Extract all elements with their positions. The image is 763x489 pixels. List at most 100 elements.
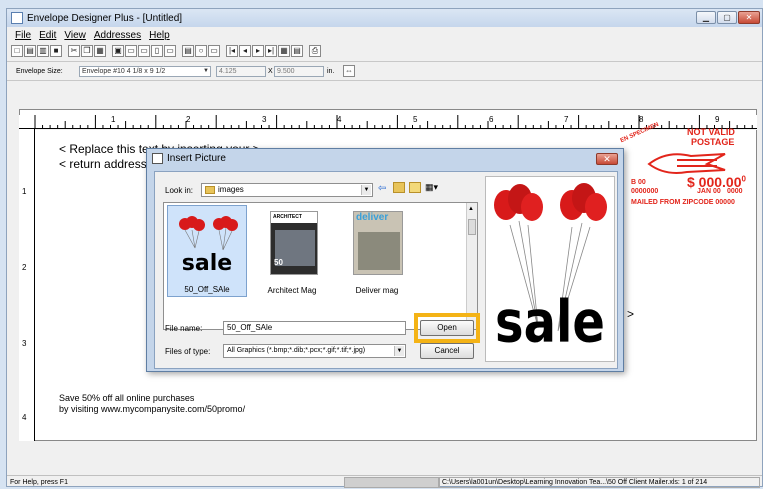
- app-icon: [11, 12, 23, 24]
- unit-label: in.: [327, 67, 335, 75]
- envelope-icon[interactable]: ▭: [125, 45, 137, 57]
- file-item-architect-mag[interactable]: ARCHITECT 50 Architect Mag: [252, 205, 332, 297]
- postage-specimen: EN SPECIMEN: [619, 121, 660, 145]
- sale-preview-image: sale: [494, 183, 607, 356]
- deliver-thumbnail: deliver: [353, 211, 403, 275]
- rotate-icon[interactable]: ⇔: [343, 65, 355, 77]
- grid-icon[interactable]: ▦: [278, 45, 290, 57]
- return-address-line2[interactable]: < return address >: [59, 157, 157, 171]
- menu-addresses[interactable]: Addresses: [94, 30, 141, 41]
- scroll-up-icon[interactable]: ▲: [468, 206, 474, 212]
- chevron-down-icon: ▼: [394, 346, 404, 356]
- zoom-icon[interactable]: ○: [195, 45, 207, 57]
- dialog-body: Look in: images ▼ ⇦ ▦▾ sale 50_Off_SAle …: [154, 171, 618, 369]
- architect-thumbnail: ARCHITECT 50: [270, 211, 318, 275]
- next-record-icon[interactable]: ▸: [252, 45, 264, 57]
- file-caption-deliver-mag: Deliver mag: [355, 286, 399, 295]
- maximize-button[interactable]: ▢: [717, 11, 737, 24]
- menu-help[interactable]: Help: [149, 30, 170, 41]
- envelope-size-select[interactable]: Envelope #10 4 1/8 x 9 1/2 ▼: [79, 65, 211, 77]
- menu-edit[interactable]: Edit: [39, 30, 56, 41]
- dimension-x-label: X: [268, 67, 273, 75]
- image-preview: sale: [485, 176, 615, 362]
- postage-not-valid: NOT VALID: [687, 127, 735, 137]
- sale-thumb-text: sale: [182, 251, 232, 276]
- ruler-mark-7: 7: [564, 115, 569, 124]
- chevron-down-icon: ▼: [361, 185, 371, 195]
- close-button[interactable]: ✕: [738, 11, 760, 24]
- ruler-mark-4: 4: [337, 115, 342, 124]
- up-folder-icon[interactable]: [393, 182, 405, 193]
- postage-row2-tail: 0000: [727, 188, 743, 195]
- deliver-thumb-title: deliver: [356, 212, 389, 223]
- status-path: C:\Users\la001un\Desktop\Learning Innova…: [439, 477, 760, 488]
- new-folder-icon[interactable]: [409, 182, 421, 193]
- last-record-icon[interactable]: ▸|: [265, 45, 277, 57]
- width-field[interactable]: 4.125: [216, 65, 266, 77]
- files-of-type-value: All Graphics (*.bmp;*.dib;*.pcx;*.gif;*.…: [227, 347, 366, 354]
- dialog-close-button[interactable]: ✕: [596, 153, 618, 165]
- status-segment: [344, 477, 439, 488]
- preview-sale-text: sale: [495, 288, 605, 355]
- postage-row2-right: JAN 00: [697, 188, 721, 195]
- paste-icon[interactable]: ▦: [94, 45, 106, 57]
- ruler-side-1: 1: [22, 187, 27, 196]
- sale-thumbnail: sale: [179, 216, 238, 276]
- view-menu-icon[interactable]: ▦▾: [425, 182, 443, 193]
- barcode-icon[interactable]: ▯: [151, 45, 163, 57]
- print-preview-icon[interactable]: ▤: [182, 45, 194, 57]
- ruler-mark-3: 3: [262, 115, 267, 124]
- promo-line1[interactable]: Save 50% off all online purchases: [59, 393, 194, 404]
- envelope-size-value: Envelope #10 4 1/8 x 9 1/2: [82, 67, 166, 75]
- title-bar[interactable]: Envelope Designer Plus - [Untitled] ▁ ▢ …: [7, 9, 762, 27]
- postage-amount-sup: 0: [741, 174, 746, 184]
- address-icon[interactable]: ▭: [138, 45, 150, 57]
- file-name-input[interactable]: 50_Off_SAle: [223, 321, 406, 335]
- prev-record-icon[interactable]: ◂: [239, 45, 251, 57]
- toolbar: □ ▤ ▥ ■ ✂ ❐ ▦ ▣ ▭ ▭ ▯ ▭ ▤ ○ ▭ |◂ ◂ ▸ ▸| …: [11, 43, 321, 59]
- data-icon[interactable]: ▭: [208, 45, 220, 57]
- folder-icon[interactable]: ▥: [37, 45, 49, 57]
- file-item-deliver-mag[interactable]: deliver Deliver mag: [337, 205, 417, 297]
- height-field[interactable]: 9.500: [274, 65, 324, 77]
- status-bar: For Help, press F1 C:\Users\la001un\Desk…: [7, 475, 762, 488]
- menu-file[interactable]: File: [15, 30, 31, 41]
- cancel-button[interactable]: Cancel: [420, 343, 474, 359]
- ruler-mark-1: 1: [111, 115, 116, 124]
- postage-icon[interactable]: ▭: [164, 45, 176, 57]
- ruler-mark-8: 8: [639, 115, 644, 124]
- copy-icon[interactable]: ❐: [81, 45, 93, 57]
- envelope-size-bar: Envelope Size: Envelope #10 4 1/8 x 9 1/…: [7, 61, 762, 81]
- chevron-down-icon: ▼: [203, 67, 209, 74]
- back-arrow-icon[interactable]: ⇦: [378, 183, 386, 194]
- file-list-scrollbar[interactable]: ▲ ▼: [466, 203, 477, 329]
- save-icon[interactable]: ■: [50, 45, 62, 57]
- look-in-select[interactable]: images ▼: [201, 183, 373, 197]
- ruler-mark-6: 6: [489, 115, 494, 124]
- status-help: For Help, press F1: [10, 479, 68, 486]
- look-in-label: Look in:: [165, 186, 194, 195]
- dialog-title[interactable]: Insert Picture: [147, 149, 623, 169]
- file-list[interactable]: sale 50_Off_SAle ARCHITECT 50 Architect …: [163, 202, 478, 330]
- scroll-thumb[interactable]: [468, 219, 476, 235]
- menu-view[interactable]: View: [64, 30, 86, 41]
- promo-line2[interactable]: by visiting www.mycompanysite.com/50prom…: [59, 404, 245, 415]
- new-icon[interactable]: □: [11, 45, 23, 57]
- files-of-type-select[interactable]: All Graphics (*.bmp;*.dib;*.pcx;*.gif;*.…: [223, 344, 406, 358]
- first-record-icon[interactable]: |◂: [226, 45, 238, 57]
- file-name-label: File name:: [165, 324, 203, 333]
- table-icon[interactable]: ▤: [291, 45, 303, 57]
- ruler-side-4: 4: [22, 413, 27, 422]
- files-of-type-label: Files of type:: [165, 347, 211, 356]
- print-icon[interactable]: ⎙: [309, 45, 321, 57]
- cut-icon[interactable]: ✂: [68, 45, 80, 57]
- file-caption-50-off-sale: 50_Off_SAle: [184, 285, 230, 294]
- file-caption-architect-mag: Architect Mag: [267, 286, 317, 295]
- ruler-mark-9: 9: [715, 115, 720, 124]
- file-item-50-off-sale[interactable]: sale 50_Off_SAle: [167, 205, 247, 297]
- ruler-side-2: 2: [22, 263, 27, 272]
- minimize-button[interactable]: ▁: [696, 11, 716, 24]
- postage-row2-left: 0000000: [631, 188, 659, 195]
- insert-picture-icon[interactable]: ▣: [112, 45, 124, 57]
- open-folder-icon[interactable]: ▤: [24, 45, 36, 57]
